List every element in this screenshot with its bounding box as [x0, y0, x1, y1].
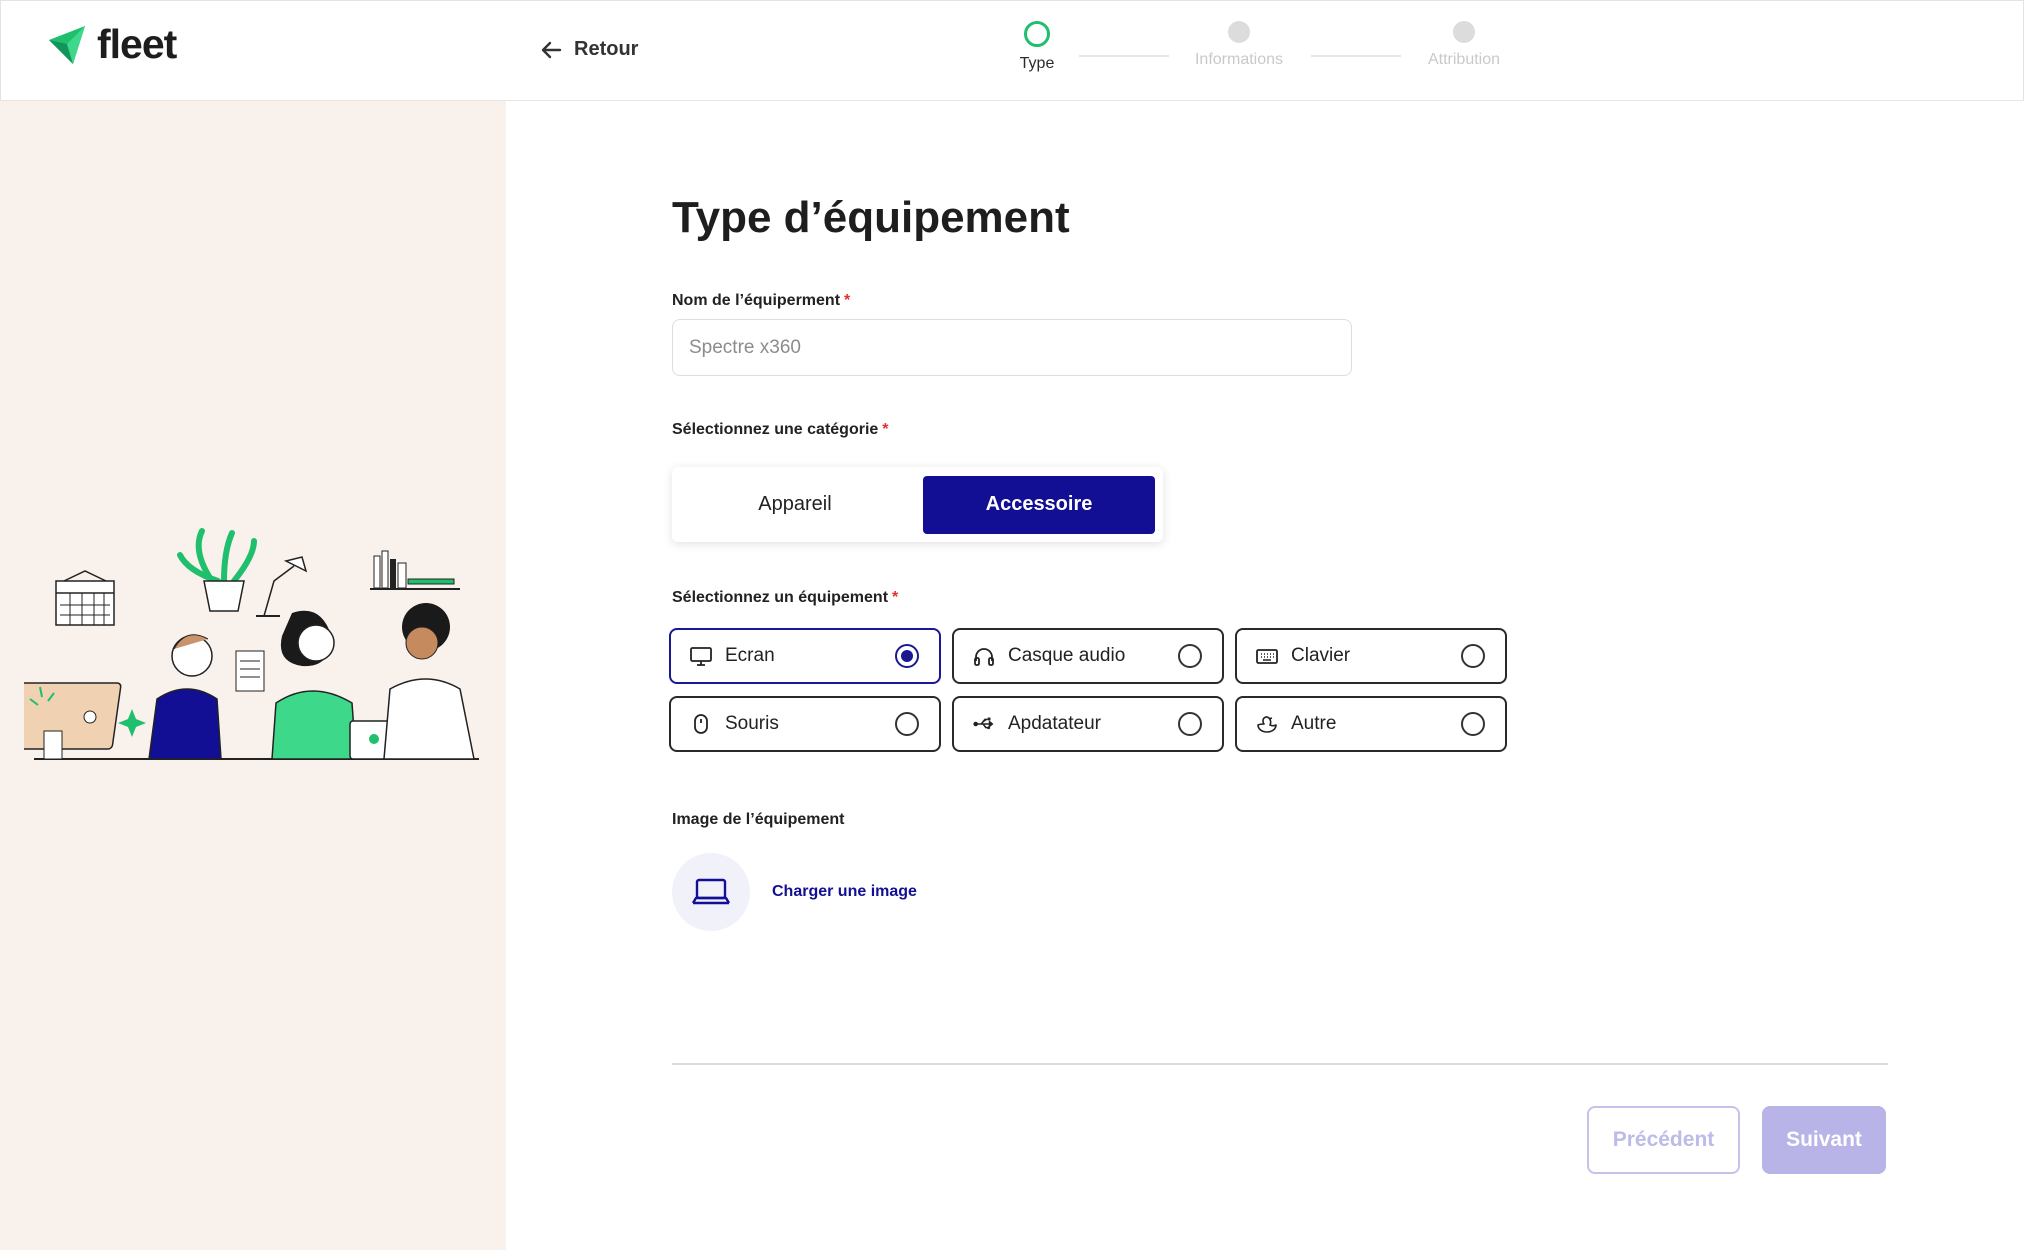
category-label-text: Sélectionnez une catégorie [672, 421, 879, 438]
required-mark: * [892, 589, 899, 606]
step-label: Attribution [1427, 51, 1501, 68]
equipment-option-ecran[interactable]: Ecran [669, 628, 941, 684]
radio-unselected[interactable] [1461, 712, 1485, 736]
equipment-option-label: Clavier [1291, 645, 1351, 666]
step-dot-active [1024, 21, 1050, 47]
radio-selected[interactable] [895, 644, 919, 668]
category-segmented-control: Appareil Accessoire [672, 467, 1163, 542]
equipment-option-souris[interactable]: Souris [669, 696, 941, 752]
required-mark: * [844, 292, 851, 309]
name-label-text: Nom de l’équiperment [672, 292, 841, 309]
main-content: Type d’équipement Nom de l’équiperment * … [506, 101, 2024, 1250]
image-placeholder[interactable] [672, 853, 750, 931]
duck-icon [1255, 712, 1279, 736]
category-field-label: Sélectionnez une catégorie * [672, 421, 889, 439]
equipment-option-label: Ecran [725, 645, 775, 666]
step-connector [1311, 55, 1401, 57]
step-attribution: Attribution [1394, 21, 1534, 69]
equipment-option-casque-audio[interactable]: Casque audio [952, 628, 1224, 684]
equipment-option-label: Souris [725, 713, 779, 734]
equipment-name-input[interactable] [672, 319, 1352, 376]
usb-icon [972, 712, 996, 736]
keyboard-icon [1255, 644, 1279, 668]
equipment-option-label: Apdatateur [1008, 713, 1101, 734]
back-label: Retour [574, 38, 639, 60]
equipment-option-apdatateur[interactable]: Apdatateur [952, 696, 1224, 752]
arrow-left-icon [541, 41, 562, 58]
previous-button[interactable]: Précédent [1587, 1106, 1740, 1174]
headphones-icon [972, 644, 996, 668]
illustration-panel [0, 101, 506, 1250]
radio-unselected[interactable] [1178, 644, 1202, 668]
equipment-field-label: Sélectionnez un équipement * [672, 589, 898, 607]
step-dot [1228, 21, 1250, 43]
logo-text: fleet [97, 21, 177, 67]
page-title: Type d’équipement [672, 193, 1070, 242]
step-informations: Informations [1169, 21, 1309, 69]
mouse-icon [689, 712, 713, 736]
progress-stepper: Type Informations Attribution [1001, 21, 1541, 81]
radio-unselected[interactable] [895, 712, 919, 736]
name-field-label: Nom de l’équiperment * [672, 292, 850, 310]
image-upload: Charger une image [672, 853, 917, 931]
top-header: fleet Retour Type Informations Attributi… [0, 0, 2024, 101]
step-label: Informations [1194, 51, 1284, 68]
category-option-accessoire[interactable]: Accessoire [923, 475, 1155, 534]
step-label: Type [1019, 55, 1055, 72]
fleet-logo[interactable]: fleet [45, 21, 177, 68]
fleet-logo-icon [49, 25, 85, 64]
equipment-option-label: Autre [1291, 713, 1337, 734]
monitor-icon [689, 644, 713, 668]
equipment-option-label: Casque audio [1008, 645, 1126, 666]
step-dot [1453, 21, 1475, 43]
image-field-label: Image de l’équipement [672, 811, 845, 828]
step-type: Type [967, 21, 1107, 73]
next-button[interactable]: Suivant [1762, 1106, 1886, 1174]
equipment-option-autre[interactable]: Autre [1235, 696, 1507, 752]
upload-image-link[interactable]: Charger une image [772, 883, 917, 901]
radio-unselected[interactable] [1178, 712, 1202, 736]
equipment-label-text: Sélectionnez un équipement [672, 589, 889, 606]
team-working-illustration [24, 528, 479, 760]
category-option-appareil[interactable]: Appareil [679, 476, 911, 534]
equipment-option-clavier[interactable]: Clavier [1235, 628, 1507, 684]
required-mark: * [882, 421, 889, 438]
back-button[interactable]: Retour [540, 38, 638, 61]
laptop-icon [691, 878, 731, 905]
footer-divider [672, 1063, 1888, 1065]
radio-unselected[interactable] [1461, 644, 1485, 668]
